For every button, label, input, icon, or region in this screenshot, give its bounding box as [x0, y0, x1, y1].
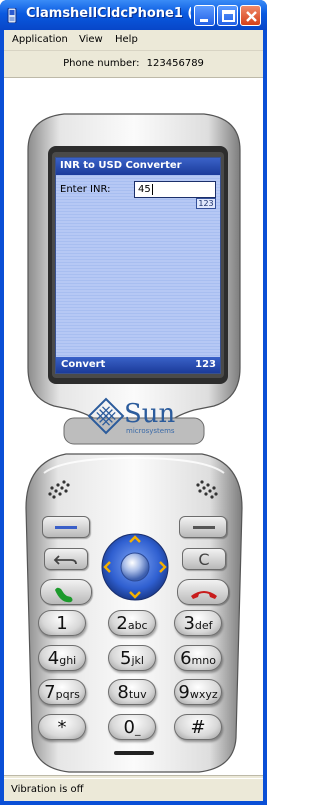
keypad-key[interactable]: 3def [174, 610, 222, 636]
key-letters: ghi [59, 654, 77, 667]
keypad-key-label: 7pqrs [39, 682, 85, 703]
key-digit: 6 [180, 648, 192, 669]
red-phone-icon [191, 591, 217, 599]
clear-button[interactable]: C [182, 548, 226, 570]
phone-number-label: Phone number: [63, 58, 140, 69]
key-digit: # [190, 717, 206, 738]
softkey-bar: Convert 123 [56, 357, 220, 373]
maximize-icon [222, 10, 235, 22]
softkey-mode-label: 123 [195, 359, 216, 370]
inr-input-value: 45 [138, 184, 151, 195]
keypad-key[interactable]: 2abc [108, 610, 156, 636]
key-digit: 4 [47, 648, 60, 669]
brand-tagline: microsystems [126, 427, 175, 435]
menu-help[interactable]: Help [115, 34, 138, 45]
key-digit: 1 [56, 613, 68, 634]
title-bar[interactable]: ClamshellCldcPhone1 (... [0, 0, 267, 30]
left-soft-key[interactable] [42, 516, 90, 538]
keypad-key[interactable]: 0_ [108, 714, 156, 740]
keypad-key[interactable]: 8tuv [108, 679, 156, 705]
minimize-icon [200, 19, 208, 22]
key-digit: 9 [178, 682, 190, 703]
window-client-area: Application View Help Phone number: 1234… [4, 30, 263, 801]
end-call-button[interactable] [177, 579, 229, 605]
close-icon [246, 11, 257, 22]
green-phone-icon [55, 587, 73, 603]
menu-view[interactable]: View [79, 34, 103, 45]
phone-number-value: 123456789 [146, 58, 204, 69]
back-arrow-icon [53, 555, 77, 565]
key-letters: wxyz [189, 688, 218, 701]
key-digit: 0 [123, 717, 135, 738]
key-digit: * [57, 717, 67, 738]
keypad-key-label: 2abc [109, 613, 155, 634]
maximize-button[interactable] [217, 5, 238, 26]
key-digit: 7 [44, 682, 56, 703]
keypad-key[interactable]: * [38, 714, 86, 740]
phone-display[interactable]: INR to USD Converter Enter INR: 45 123 C… [55, 157, 221, 374]
keypad-key-label: 0_ [109, 717, 155, 738]
right-soft-key[interactable] [179, 516, 227, 538]
phone-skin-area: INR to USD Converter Enter INR: 45 123 C… [4, 77, 263, 776]
keypad-key-label: 5jkl [109, 648, 155, 669]
keypad-key[interactable]: 6mno [174, 645, 222, 671]
key-letters: def [194, 619, 213, 632]
phone-number-line: Phone number: 123456789 [4, 58, 263, 69]
softkey-convert-label: Convert [61, 359, 106, 370]
key-letters: tuv [128, 688, 147, 701]
window-title: ClamshellCldcPhone1 (... [26, 6, 191, 21]
key-digit: 2 [116, 613, 128, 634]
minimize-button[interactable] [194, 5, 215, 26]
status-bar: Vibration is off [4, 778, 263, 801]
send-call-button[interactable] [40, 579, 92, 605]
keypad-key-label: 4ghi [39, 648, 85, 669]
soft-key-bar-icon [193, 526, 215, 529]
keypad-key-label: 8tuv [109, 682, 155, 703]
close-button[interactable] [240, 5, 261, 26]
status-text: Vibration is off [11, 784, 84, 795]
keypad-key-label: 6mno [175, 648, 221, 669]
menu-application[interactable]: Application [12, 34, 68, 45]
brand-name: Sun [124, 399, 176, 429]
key-letters: jkl [131, 654, 144, 667]
screen-title: INR to USD Converter [56, 158, 220, 175]
key-letters: _ [134, 723, 141, 736]
keypad-key[interactable]: 7pqrs [38, 679, 86, 705]
key-letters: pqrs [55, 688, 80, 701]
back-button[interactable] [44, 548, 88, 570]
keypad-key-label: * [39, 717, 85, 738]
keypad-key-label: 9wxyz [175, 682, 221, 703]
key-digit: 8 [117, 682, 129, 703]
key-digit: 5 [120, 648, 132, 669]
keypad-key-label: 3def [175, 613, 221, 634]
keypad-key-label: # [175, 717, 221, 738]
input-mode-indicator: 123 [196, 198, 216, 209]
key-digit: 3 [183, 613, 195, 634]
keypad-key[interactable]: 4ghi [38, 645, 86, 671]
java-phone-icon [7, 8, 17, 23]
key-letters: abc [127, 619, 148, 632]
keypad-key-label: 1 [39, 613, 85, 634]
keypad-key[interactable]: 1 [38, 610, 86, 636]
key-letters: mno [191, 654, 216, 667]
emulator-window: ClamshellCldcPhone1 (... Application Vie… [0, 0, 267, 805]
keypad-key[interactable]: 9wxyz [174, 679, 222, 705]
keypad-key[interactable]: 5jkl [108, 645, 156, 671]
inr-input-field[interactable]: 45 [134, 181, 216, 198]
inr-input-label: Enter INR: [60, 184, 111, 195]
navigation-pad-icon[interactable] [100, 532, 170, 602]
menu-bar: Application View Help [4, 30, 263, 51]
soft-key-bar-icon [55, 526, 77, 529]
clear-label: C [198, 550, 210, 569]
keypad-key[interactable]: # [174, 714, 222, 740]
